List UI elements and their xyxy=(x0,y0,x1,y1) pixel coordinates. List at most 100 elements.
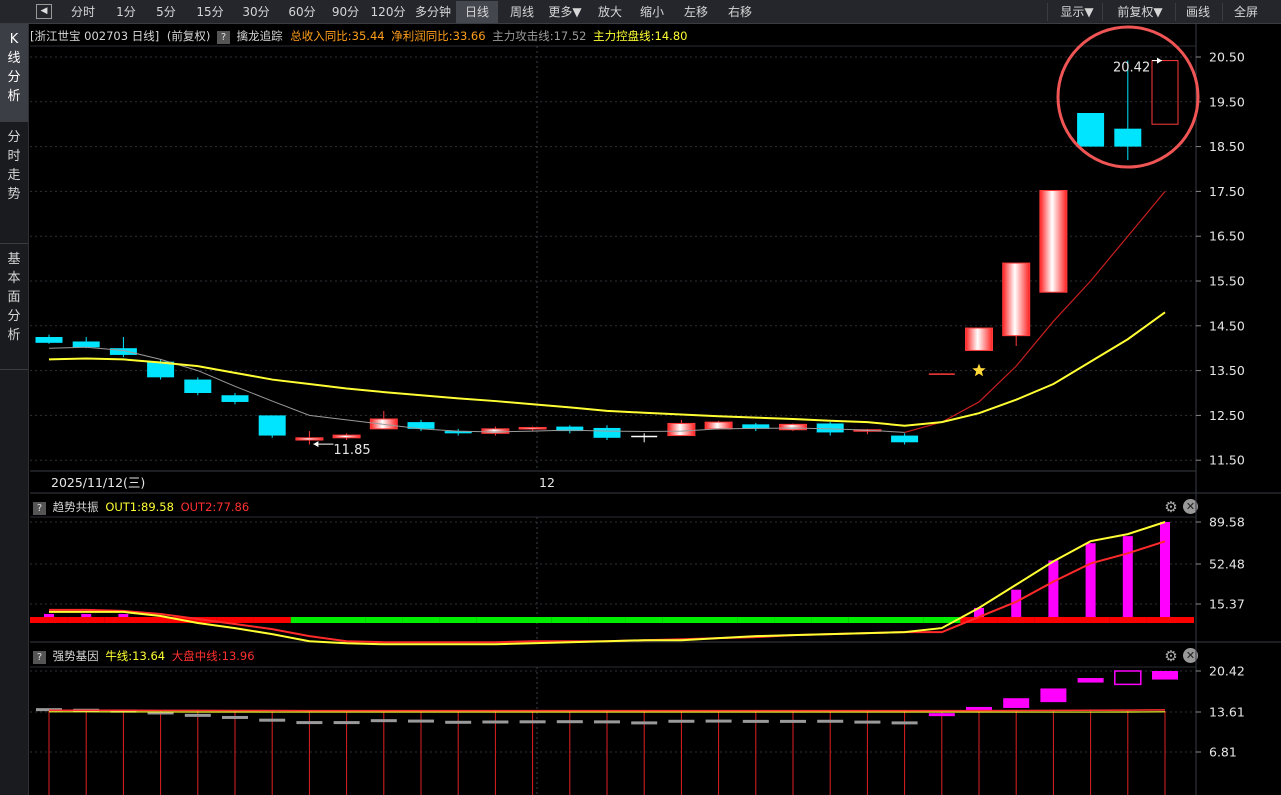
candle xyxy=(593,427,621,438)
gene-bar xyxy=(1152,671,1178,680)
gene-bar xyxy=(817,719,844,723)
candle xyxy=(779,423,807,431)
candle xyxy=(481,428,510,434)
candle xyxy=(1039,190,1068,293)
y-tick-label: 20.50 xyxy=(1209,50,1245,65)
y-tick-label: 11.50 xyxy=(1209,453,1245,468)
trend-flag-segment xyxy=(737,617,775,623)
y-tick-label: 14.50 xyxy=(1209,318,1245,333)
candle xyxy=(1002,262,1031,337)
trend-flag-segment xyxy=(104,617,142,623)
trend-flag-segment xyxy=(514,617,552,623)
trend-flag-segment xyxy=(67,617,105,623)
trend-flag-segment xyxy=(774,617,812,623)
trend-bar xyxy=(44,613,54,617)
y-tick-label: 17.50 xyxy=(1209,184,1245,199)
trend-flag-segment xyxy=(1146,617,1194,623)
trend-flag-segment xyxy=(476,617,514,623)
gene-bar xyxy=(742,719,769,723)
y-tick-label: 20.42 xyxy=(1209,664,1245,679)
trend-flag-segment xyxy=(30,617,68,623)
gene-bar xyxy=(556,720,583,724)
gene-bar xyxy=(668,719,695,723)
gene-bar xyxy=(184,713,211,717)
star-icon xyxy=(972,363,986,377)
candle xyxy=(816,423,844,433)
candle xyxy=(221,395,249,402)
trend-bar xyxy=(1048,560,1059,617)
candle xyxy=(704,421,733,430)
gene-bar xyxy=(333,721,360,725)
trend-bar xyxy=(118,613,129,617)
gene-bar xyxy=(222,715,248,719)
candle xyxy=(184,379,212,393)
trend-flag-segment xyxy=(1034,617,1072,623)
low-label: 11.85 xyxy=(333,443,370,458)
trend-bar xyxy=(1085,543,1096,617)
candle xyxy=(332,434,361,439)
gene-bar xyxy=(445,720,472,724)
gene-bar xyxy=(631,721,658,725)
out1-line xyxy=(49,521,1166,646)
gene-bar xyxy=(482,720,509,724)
trend-flag-segment xyxy=(662,617,700,623)
candle xyxy=(35,337,63,343)
candle xyxy=(667,422,696,437)
y-tick-label: 89.58 xyxy=(1209,515,1245,530)
trend-flag-segment xyxy=(328,617,366,623)
trend-flag-segment xyxy=(1072,617,1110,623)
trend-flag-segment xyxy=(365,617,403,623)
candle xyxy=(518,426,547,430)
trend-flag-segment xyxy=(290,617,328,623)
gene-bar xyxy=(854,720,881,724)
x-tick-label: 12 xyxy=(539,475,555,490)
gene-bar xyxy=(594,720,620,724)
out2-line xyxy=(49,540,1166,644)
y-tick-label: 13.50 xyxy=(1209,363,1245,378)
trend-flag-segment xyxy=(811,617,849,623)
gene-bar xyxy=(1114,670,1142,686)
gene-bar xyxy=(519,720,546,724)
gene-bar xyxy=(259,718,286,722)
trend-flag-segment xyxy=(402,617,440,623)
ma-yellow-line xyxy=(48,311,1166,427)
y-tick-label: 16.50 xyxy=(1209,229,1245,244)
gene-bar xyxy=(928,713,955,717)
market-mid-line xyxy=(49,709,1166,712)
y-tick-label: 6.81 xyxy=(1209,745,1237,760)
trend-flag-segment xyxy=(997,617,1035,623)
candle xyxy=(1077,113,1105,147)
candle xyxy=(965,327,993,351)
gene-bar xyxy=(1077,678,1104,683)
trend-flag-segment xyxy=(886,617,924,623)
trend-flag-segment xyxy=(253,617,291,623)
trend-flag-segment xyxy=(625,617,663,623)
trend-flag-segment xyxy=(1109,617,1147,623)
stock-chart: 20.50 19.50 18.50 17.50 16.50 15.50 14.50 13.50… xyxy=(30,24,1281,795)
low-arrow-icon xyxy=(313,441,319,448)
gene-bar xyxy=(1040,688,1067,703)
trend-bar xyxy=(1122,536,1133,617)
candle xyxy=(1151,60,1179,125)
gene-bar xyxy=(966,706,992,710)
y-tick-label: 18.50 xyxy=(1209,139,1245,154)
candle xyxy=(1114,128,1142,147)
gene-bar xyxy=(705,719,732,723)
ma-red-line xyxy=(904,191,1166,434)
y-tick-label: 15.37 xyxy=(1209,597,1245,612)
gene-bar xyxy=(408,719,434,723)
high-arrow-icon xyxy=(1157,57,1162,64)
gene-bar xyxy=(1003,698,1030,708)
gene-bar xyxy=(891,721,918,725)
candle xyxy=(295,437,324,441)
date-label: 2025/11/12(三) xyxy=(51,475,145,490)
trend-flag-segment xyxy=(551,617,589,623)
ma-gray-line xyxy=(48,346,905,433)
y-tick-label: 15.50 xyxy=(1209,274,1245,289)
candle xyxy=(258,415,286,436)
trend-flag-segment xyxy=(848,617,886,623)
y-tick-label: 13.61 xyxy=(1209,705,1245,720)
trend-bar xyxy=(81,613,92,617)
y-tick-label: 52.48 xyxy=(1209,557,1245,572)
gene-bar xyxy=(296,721,323,725)
